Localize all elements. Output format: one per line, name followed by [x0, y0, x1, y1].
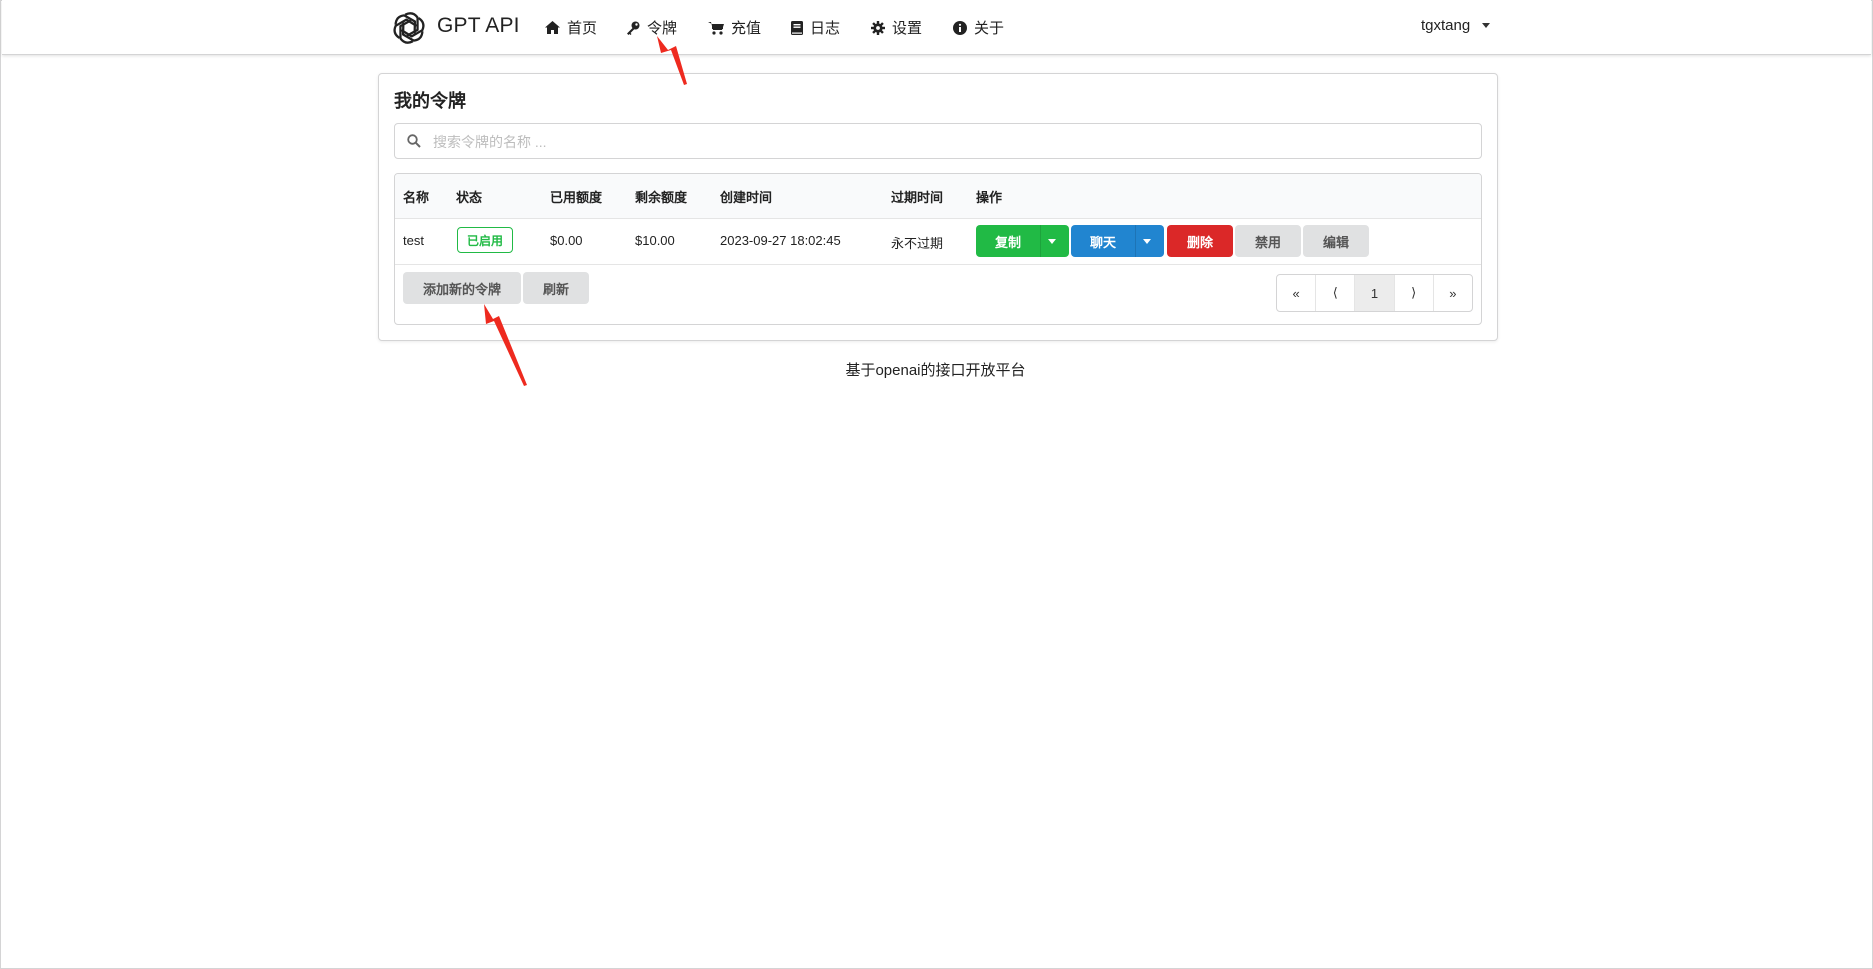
column-header-created[interactable]: 创建时间: [720, 187, 772, 206]
copy-dropdown-chevron-icon[interactable]: [1048, 239, 1056, 244]
nav-label-about: 关于: [974, 20, 1005, 37]
cart-icon: [708, 21, 724, 35]
table-footer: 添加新的令牌 刷新 « ⟨ 1 ⟩ »: [395, 264, 1481, 324]
remaining-quota: $10.00: [635, 233, 675, 248]
nav-item-logs[interactable]: 日志: [791, 17, 840, 38]
info-icon: [953, 20, 967, 35]
site-footer: 基于openai的接口开放平台: [0, 359, 1873, 380]
tokens-card: 我的令牌 名称 状态 已用额度 剩余额度 创建时间 过期时间 操作 test 已…: [378, 73, 1498, 341]
created-time: 2023-09-27 18:02:45: [720, 233, 841, 248]
column-header-name[interactable]: 名称: [403, 187, 429, 206]
column-header-remaining[interactable]: 剩余额度: [635, 187, 687, 206]
pagination: « ⟨ 1 ⟩ »: [1276, 274, 1473, 312]
status-badge: 已启用: [457, 227, 513, 253]
split-divider: [1135, 225, 1136, 257]
book-icon: [791, 20, 803, 35]
chat-dropdown-chevron-icon[interactable]: [1143, 239, 1151, 244]
page-title: 我的令牌: [394, 91, 466, 111]
tokens-table: 名称 状态 已用额度 剩余额度 创建时间 过期时间 操作 test 已启用 $0…: [394, 173, 1482, 325]
nav-label-tokens: 令牌: [647, 20, 678, 37]
token-name: test: [403, 233, 424, 248]
expire-time: 永不过期: [891, 236, 944, 251]
table-header: 名称 状态 已用额度 剩余额度 创建时间 过期时间 操作: [395, 174, 1481, 219]
refresh-button[interactable]: 刷新: [523, 272, 589, 304]
disable-button[interactable]: 禁用: [1235, 225, 1301, 257]
table-row: test 已启用 $0.00 $10.00 2023-09-27 18:02:4…: [395, 218, 1481, 265]
split-divider: [1040, 225, 1041, 257]
nav-item-about[interactable]: 关于: [953, 17, 1004, 38]
gear-icon: [871, 20, 885, 35]
edit-button[interactable]: 编辑: [1303, 225, 1369, 257]
nav-label-logs: 日志: [810, 20, 841, 37]
pagination-first[interactable]: «: [1277, 275, 1317, 311]
nav-item-topup[interactable]: 充值: [708, 17, 761, 38]
user-menu[interactable]: tgxtang: [1421, 17, 1491, 34]
nav-item-home[interactable]: 首页: [545, 17, 597, 38]
nav-label-topup: 充值: [731, 20, 762, 37]
chat-button[interactable]: 聊天: [1071, 232, 1135, 251]
username: tgxtang: [1421, 17, 1471, 34]
column-header-actions: 操作: [976, 190, 1003, 205]
brand-title[interactable]: GPT API: [437, 14, 520, 38]
pagination-last[interactable]: »: [1434, 275, 1472, 311]
search-box: [394, 123, 1482, 160]
pagination-prev[interactable]: ⟨: [1316, 275, 1356, 311]
chevron-down-icon: [1482, 23, 1491, 28]
openai-logo-icon[interactable]: [390, 9, 428, 47]
pagination-page[interactable]: 1: [1355, 275, 1395, 311]
column-header-status[interactable]: 状态: [456, 187, 482, 206]
copy-button[interactable]: 复制: [976, 232, 1040, 251]
used-quota: $0.00: [550, 233, 583, 248]
nav-label-home: 首页: [567, 20, 598, 37]
chat-button-group: 聊天: [1071, 225, 1164, 257]
column-header-used[interactable]: 已用额度: [550, 187, 602, 206]
home-icon: [545, 21, 560, 34]
delete-button[interactable]: 删除: [1167, 225, 1233, 257]
search-icon: [407, 134, 421, 148]
nav-label-settings: 设置: [892, 20, 923, 37]
footer-text: 基于openai的接口开放平台: [845, 362, 1026, 379]
search-input[interactable]: [431, 124, 1475, 160]
nav-item-settings[interactable]: 设置: [871, 17, 922, 38]
column-header-expires[interactable]: 过期时间: [891, 187, 943, 206]
pagination-next[interactable]: ⟩: [1395, 275, 1434, 311]
key-icon: [627, 21, 640, 35]
top-navbar: GPT API 首页 令牌 充值 日志 设置 关于 tgxtang: [2, 0, 1871, 55]
copy-button-group: 复制: [976, 225, 1069, 257]
nav-item-tokens[interactable]: 令牌: [626, 17, 677, 38]
add-token-button[interactable]: 添加新的令牌: [403, 272, 521, 304]
